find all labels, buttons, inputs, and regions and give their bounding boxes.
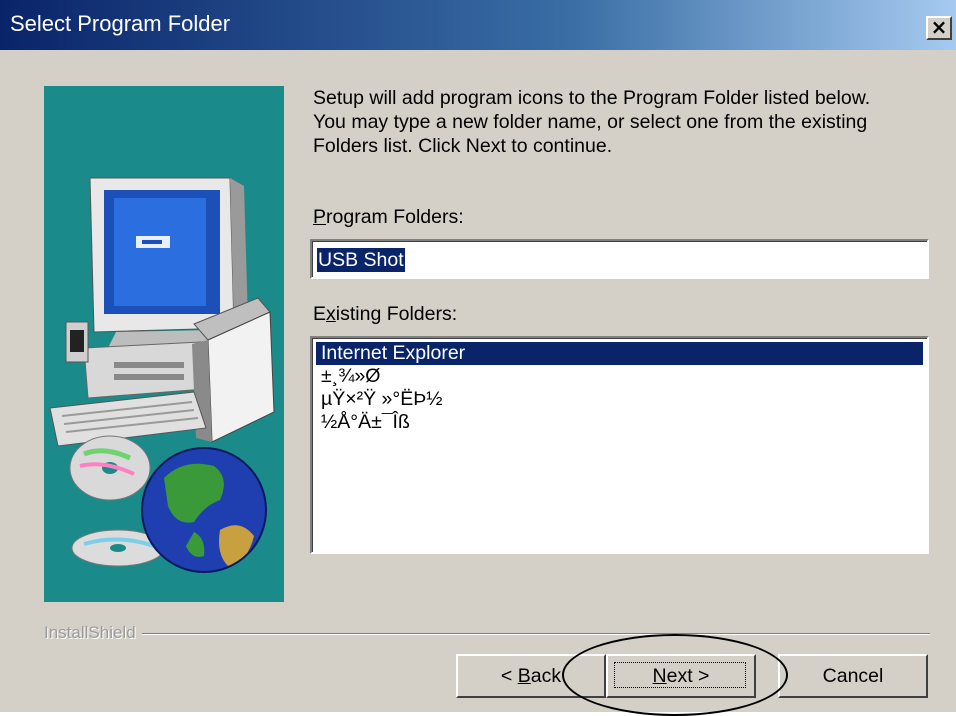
list-item[interactable]: ½Å°Ä±¯Îß [316,411,923,434]
existing-folders-label-first: E [313,303,327,325]
computer-illustration [49,177,275,573]
program-folders-mnemonic: P [313,206,327,228]
program-folders-label-text: rogram Folders: [326,206,464,228]
installshield-brand: InstallShield [44,622,142,644]
setup-dialog: Select Program Folder × Setup will add p… [0,0,956,716]
globe-icon [141,447,267,573]
list-item[interactable]: µŸ×²Ÿ »°ËÞ½ [316,388,923,411]
list-item[interactable]: ±¸¾»Ø [316,365,923,388]
existing-folders-list[interactable]: Internet Explorer ±¸¾»Ø µŸ×²Ÿ »°ËÞ½ ½Å°Ä… [310,336,929,554]
existing-folders-label: Existing Folders: [313,302,457,326]
window-title: Select Program Folder [10,11,231,36]
close-icon: × [930,15,948,39]
instructions-text: Setup will add program icons to the Prog… [313,87,871,157]
program-folders-label: Program Folders: [313,205,464,229]
existing-folders-label-text: isting Folders: [335,303,458,325]
footer-divider [44,633,930,635]
next-label: ext > [666,665,710,687]
setup-illustration [44,86,284,602]
next-button[interactable]: Next > [606,654,756,698]
program-folder-input[interactable]: USB Shot [310,239,929,279]
title-bar[interactable]: Select Program Folder × [0,0,956,50]
back-mnemonic: B [517,665,531,687]
next-mnemonic: N [652,665,667,687]
close-button[interactable]: × [926,16,952,40]
cancel-button[interactable]: Cancel [778,654,928,698]
back-button[interactable]: < Back [456,654,606,698]
back-label: ack [530,665,562,687]
list-item-internet-explorer[interactable]: Internet Explorer [316,342,923,365]
existing-folders-mnemonic: x [326,303,336,325]
program-folder-value: USB Shot [317,248,405,272]
back-prefix: < [500,665,518,687]
